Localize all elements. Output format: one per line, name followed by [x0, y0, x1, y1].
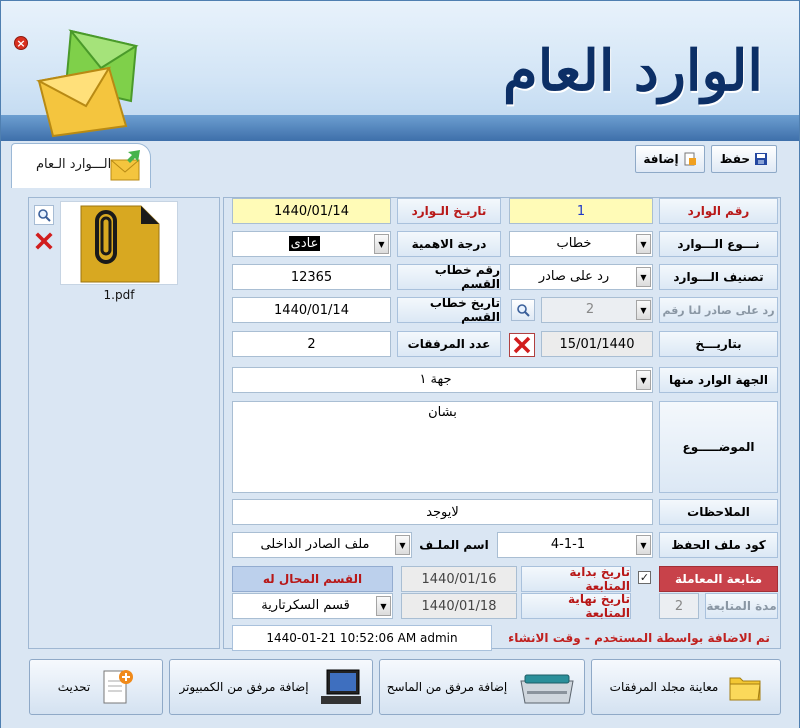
source-label: الجهة الوارد منها — [659, 367, 778, 393]
close-icon[interactable]: × — [14, 36, 28, 50]
preview-attachments-folder-button[interactable]: معاينة مجلد المرفقات — [591, 659, 781, 715]
follow-up-label: متابعة المعاملة — [659, 566, 778, 592]
scanner-add-button[interactable]: إضافة مرفق من الماسح — [379, 659, 585, 715]
file-code-select[interactable]: 4-1-1 ▼ — [497, 532, 653, 558]
floppy-icon — [755, 153, 768, 165]
dept-letter-date-label: تاريخ خطاب القسم — [397, 296, 501, 324]
file-code-label: كود ملف الحفظ — [659, 532, 778, 558]
source-select[interactable]: جهة ١ ▼ — [232, 367, 653, 393]
main-window: الوارد العام × الـــوارد الـعام حفظ إضاف… — [0, 0, 800, 728]
envelope-logo-icon — [36, 29, 139, 138]
classification-label: تصنيف الـــوارد — [659, 264, 778, 290]
refresh-button[interactable]: تحديث — [29, 659, 163, 715]
tab-label: الـــوارد الـعام — [36, 157, 112, 172]
add-label: إضافة — [643, 152, 679, 166]
computer-add-button[interactable]: إضافة مرفق من الكمبيوتر — [169, 659, 373, 715]
chevron-down-icon: ▼ — [395, 535, 410, 555]
reply-to-select[interactable]: 2 ▼ — [541, 297, 653, 323]
incoming-type-label: نـــوع الـــوارد — [659, 231, 778, 257]
search-reply-button[interactable] — [511, 299, 535, 321]
audit-value: 1440-01-21 10:52:06 AM admin — [232, 625, 492, 651]
chevron-down-icon: ▼ — [374, 234, 389, 254]
follow-duration-field[interactable]: 2 — [659, 593, 699, 619]
importance-select[interactable]: عادى ▼ — [232, 231, 391, 257]
attachments-count-field[interactable]: 2 — [232, 331, 391, 357]
dept-letter-date-field[interactable]: 1440/01/14 — [232, 297, 391, 323]
chevron-down-icon: ▼ — [636, 234, 651, 254]
chevron-down-icon: ▼ — [636, 300, 651, 320]
attachment-thumbnail[interactable] — [60, 201, 178, 285]
magnifier-icon — [517, 304, 530, 317]
file-name-value: ملف الصادر الداخلى — [260, 537, 370, 552]
notes-field[interactable]: لايوجد — [232, 499, 653, 525]
classification-select[interactable]: رد على صادر ▼ — [509, 264, 653, 290]
subject-label: الموضـــــوع — [659, 401, 778, 493]
dated-label: بتاريـــخ — [659, 331, 778, 357]
follow-end-label: تاريخ نهاية المتابعة — [521, 592, 631, 620]
notes-label: الملاحظات — [659, 499, 778, 525]
subject-textarea[interactable]: بشان — [232, 401, 653, 493]
reply-to-label: رد على صادر لنا رقم — [659, 297, 778, 323]
incoming-type-select[interactable]: خطاب ▼ — [509, 231, 653, 257]
importance-value: عادى — [288, 236, 321, 251]
incoming-type-value: خطاب — [556, 236, 592, 251]
scanner-icon — [520, 674, 574, 704]
assigned-dept-label: القسم المحال له — [232, 566, 393, 592]
audit-label: تم الاضافة بواسطة المستخدم - وقت الانشاء — [508, 631, 770, 645]
folder-icon — [729, 677, 761, 701]
dept-letter-number-field[interactable]: 12365 — [232, 264, 391, 290]
file-name-label: اسم الملـف — [419, 538, 489, 552]
add-document-icon — [103, 670, 134, 704]
preview-folder-label: معاينة مجلد المرفقات — [609, 680, 719, 694]
computer-add-label: إضافة مرفق من الكمبيوتر — [179, 680, 309, 694]
save-button[interactable]: حفظ — [711, 145, 777, 173]
follow-duration-label: مدة المتابعة — [705, 593, 778, 619]
envelope-tab-icon — [110, 150, 140, 181]
red-x-icon — [513, 336, 531, 354]
follow-up-checkbox[interactable]: ✓ — [638, 571, 651, 584]
file-name-select[interactable]: ملف الصادر الداخلى ▼ — [232, 532, 412, 558]
file-code-value: 4-1-1 — [550, 537, 586, 552]
assigned-dept-select[interactable]: قسم السكرتارية ▼ — [232, 593, 393, 619]
source-value: جهة ١ — [419, 372, 452, 387]
incoming-date-label: تاريـخ الـوارد — [397, 198, 501, 224]
incoming-number-label: رقم الوارد — [659, 198, 778, 224]
attachment-file-name: 1.pdf — [103, 288, 135, 302]
follow-end-field[interactable]: 1440/01/18 — [401, 593, 517, 619]
refresh-label: تحديث — [57, 680, 91, 694]
zoom-attachment-button[interactable] — [34, 205, 54, 225]
dated-field[interactable]: 15/01/1440 — [541, 331, 653, 357]
magnifier-icon — [38, 209, 51, 222]
red-x-icon — [35, 232, 53, 250]
computer-icon — [320, 669, 361, 704]
incoming-number-field[interactable]: 1 — [509, 198, 653, 224]
scanner-add-label: إضافة مرفق من الماسح — [386, 680, 508, 694]
header-banner: الوارد العام × — [1, 1, 799, 141]
clear-date-button[interactable] — [509, 333, 535, 357]
add-button[interactable]: إضافة — [635, 145, 705, 173]
assigned-dept-value: قسم السكرتارية — [261, 598, 350, 613]
follow-start-label: تاريخ بداية المتابعة — [521, 565, 631, 593]
chevron-down-icon: ▼ — [376, 596, 391, 616]
chevron-down-icon: ▼ — [636, 267, 651, 287]
delete-attachment-button[interactable] — [34, 231, 54, 251]
tab-general-incoming[interactable]: الـــوارد الـعام — [11, 143, 151, 188]
app-title: الوارد العام — [503, 38, 763, 104]
reply-to-value: 2 — [585, 302, 595, 317]
add-document-icon — [684, 152, 696, 166]
follow-start-field[interactable]: 1440/01/16 — [401, 566, 517, 592]
chevron-down-icon: ▼ — [636, 370, 651, 390]
importance-label: درجة الاهمية — [397, 231, 501, 257]
dept-letter-number-label: رقم خطاب القسم — [397, 263, 501, 291]
attachments-count-label: عدد المرفقات — [397, 331, 501, 357]
classification-value: رد على صادر — [538, 269, 610, 284]
chevron-down-icon: ▼ — [636, 535, 651, 555]
incoming-date-field[interactable]: 1440/01/14 — [232, 198, 391, 224]
save-label: حفظ — [719, 152, 751, 166]
paperclip-file-icon — [80, 205, 160, 283]
